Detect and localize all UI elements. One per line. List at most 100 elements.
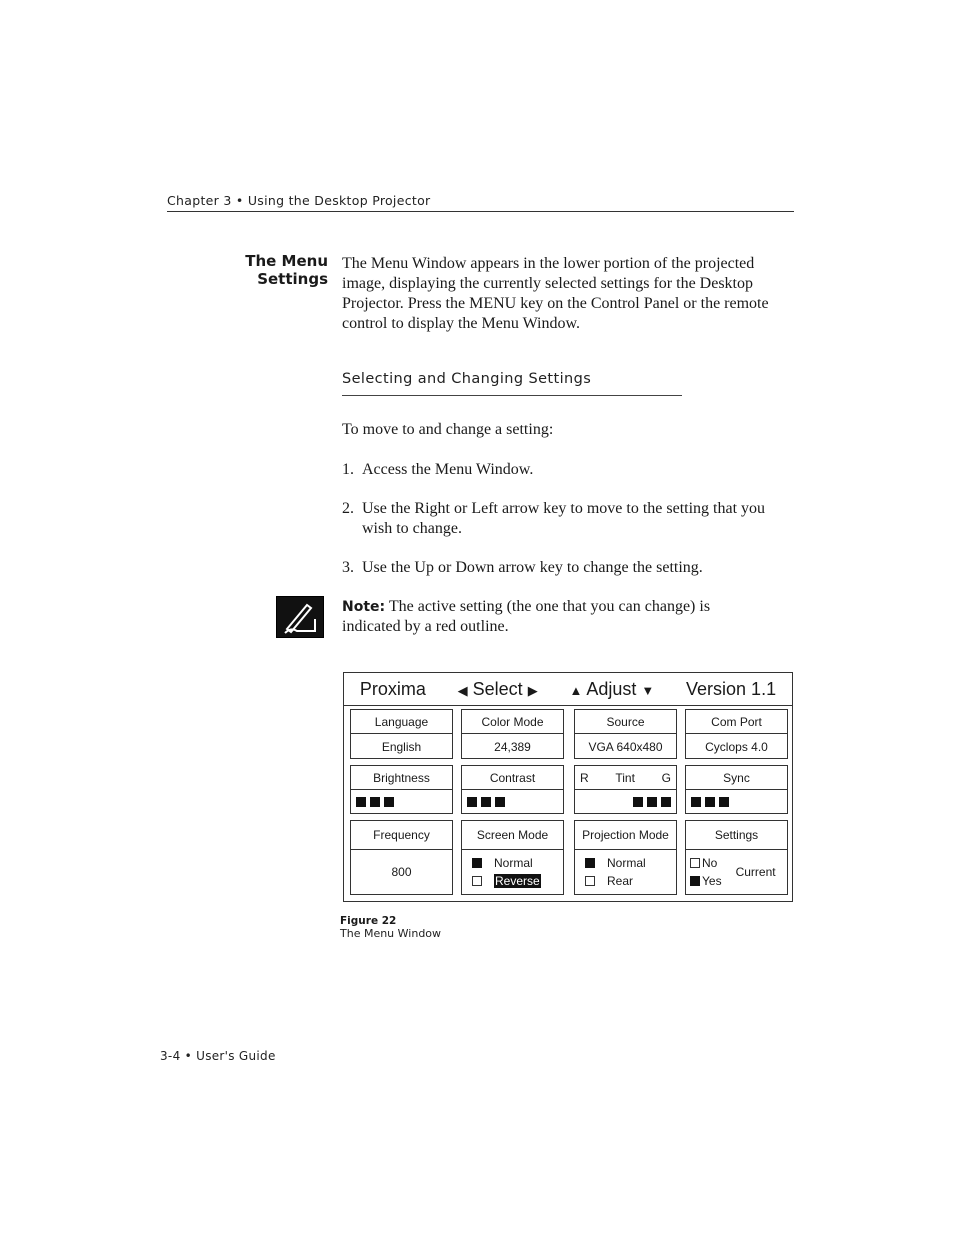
section-heading-line2: Settings [257, 270, 328, 288]
contrast-level [462, 790, 563, 814]
selected-marker [472, 858, 482, 868]
level-block [495, 797, 505, 807]
note-body: The active setting (the one that you can… [342, 598, 711, 635]
select-indicator: ◀ Select ▶ [458, 679, 538, 700]
sync-level [686, 790, 787, 814]
contrast-label: Contrast [462, 766, 563, 790]
projection-mode-cell[interactable]: Projection Mode Normal Rear [574, 820, 677, 895]
menu-titlebar: Proxima ◀ Select ▶ ▲ Adjust ▼ Version 1.… [344, 673, 792, 706]
figure-caption: The Menu Window [340, 927, 442, 940]
intro-paragraph: The Menu Window appears in the lower por… [342, 255, 769, 332]
running-header: Chapter 3 • Using the Desktop Projector [167, 193, 431, 208]
settings-label: Settings [686, 821, 787, 850]
level-block [467, 797, 477, 807]
version-label: Version 1.1 [686, 678, 777, 699]
sync-label: Sync [686, 766, 787, 790]
tint-label: Tint [615, 770, 635, 785]
settings-current-label: Current [735, 865, 776, 879]
language-label: Language [351, 710, 452, 734]
frequency-label: Frequency [351, 821, 452, 850]
com-port-label: Com Port [686, 710, 787, 734]
source-value: VGA 640x480 [588, 739, 663, 754]
settings-cell[interactable]: Settings No Yes Current [685, 820, 788, 895]
step-number: 3. [342, 559, 354, 576]
step-item: 2. Use the Right or Left arrow key to mo… [342, 499, 782, 539]
menu-window: Proxima ◀ Select ▶ ▲ Adjust ▼ Version 1.… [343, 672, 793, 902]
option-label: Rear [607, 874, 634, 888]
unselected-marker [472, 876, 482, 886]
projection-mode-label: Projection Mode [575, 821, 676, 850]
down-arrow-icon: ▼ [641, 682, 655, 698]
level-block [356, 797, 366, 807]
option-label-highlighted: Reverse [494, 874, 541, 888]
step-item: 1. Access the Menu Window. [342, 460, 782, 480]
tint-header: R Tint G [575, 766, 676, 790]
projection-mode-option-normal[interactable]: Normal [575, 854, 676, 872]
section-heading-line1: The Menu [245, 252, 328, 270]
menu-title: Proxima [359, 678, 426, 699]
option-label: Normal [607, 856, 646, 870]
level-block [691, 797, 701, 807]
tint-level [575, 790, 676, 814]
step-text: Use the Right or Left arrow key to move … [362, 500, 766, 537]
note-text: Note: The active setting (the one that y… [342, 597, 772, 637]
brightness-cell[interactable]: Brightness [350, 765, 453, 814]
screen-mode-label: Screen Mode [462, 821, 563, 850]
screen-mode-cell[interactable]: Screen Mode Normal Reverse [461, 820, 564, 895]
level-block [384, 797, 394, 807]
level-block [633, 797, 643, 807]
option-label: Yes [702, 874, 722, 888]
header-rule [167, 211, 794, 212]
up-arrow-icon: ▲ [569, 682, 583, 698]
level-block [661, 797, 671, 807]
option-label: Normal [494, 856, 533, 870]
com-port-cell[interactable]: Com Port Cyclops 4.0 [685, 709, 788, 759]
settings-option-no[interactable]: No [686, 854, 722, 872]
brightness-level [351, 790, 452, 814]
subsection-heading: Selecting and Changing Settings [342, 371, 592, 387]
select-label: Select [472, 678, 523, 699]
color-mode-value: 24,389 [494, 739, 531, 754]
color-mode-cell[interactable]: Color Mode 24,389 [461, 709, 564, 759]
contrast-cell[interactable]: Contrast [461, 765, 564, 814]
language-value: English [381, 739, 422, 754]
subsection-rule [342, 395, 682, 396]
step-text: Access the Menu Window. [362, 461, 534, 478]
frequency-value: 800 [391, 865, 412, 879]
right-arrow-icon: ▶ [527, 682, 538, 698]
adjust-indicator: ▲ Adjust ▼ [569, 679, 654, 700]
level-block [370, 797, 380, 807]
unselected-marker [585, 876, 595, 886]
step-number: 1. [342, 461, 354, 478]
source-label: Source [575, 710, 676, 734]
color-mode-label: Color Mode [462, 710, 563, 734]
projection-mode-option-rear[interactable]: Rear [575, 872, 676, 890]
step-number: 2. [342, 500, 354, 517]
level-block [647, 797, 657, 807]
com-port-value: Cyclops 4.0 [705, 739, 768, 754]
brightness-label: Brightness [351, 766, 452, 790]
tint-left-label: R [580, 770, 589, 785]
screen-mode-option-reverse[interactable]: Reverse [462, 872, 563, 890]
level-block [705, 797, 715, 807]
note-label: Note: [342, 599, 386, 615]
level-block [719, 797, 729, 807]
section-heading: The Menu Settings [200, 252, 328, 288]
language-cell[interactable]: Language English [350, 709, 453, 759]
settings-option-yes[interactable]: Yes [686, 872, 722, 890]
screen-mode-option-normal[interactable]: Normal [462, 854, 563, 872]
sync-cell[interactable]: Sync [685, 765, 788, 814]
frequency-cell[interactable]: Frequency 800 [350, 820, 453, 895]
unselected-marker [690, 858, 700, 868]
figure-label: Figure 22 [340, 915, 397, 927]
tint-right-label: G [661, 770, 671, 785]
step-item: 3. Use the Up or Down arrow key to chang… [342, 558, 782, 578]
tint-cell[interactable]: R Tint G [574, 765, 677, 814]
left-arrow-icon: ◀ [457, 682, 468, 698]
adjust-label: Adjust [586, 678, 637, 699]
selected-marker [690, 876, 700, 886]
level-block [481, 797, 491, 807]
page-footer: 3-4 • User's Guide [160, 1049, 276, 1063]
source-cell[interactable]: Source VGA 640x480 [574, 709, 677, 759]
selected-marker [585, 858, 595, 868]
